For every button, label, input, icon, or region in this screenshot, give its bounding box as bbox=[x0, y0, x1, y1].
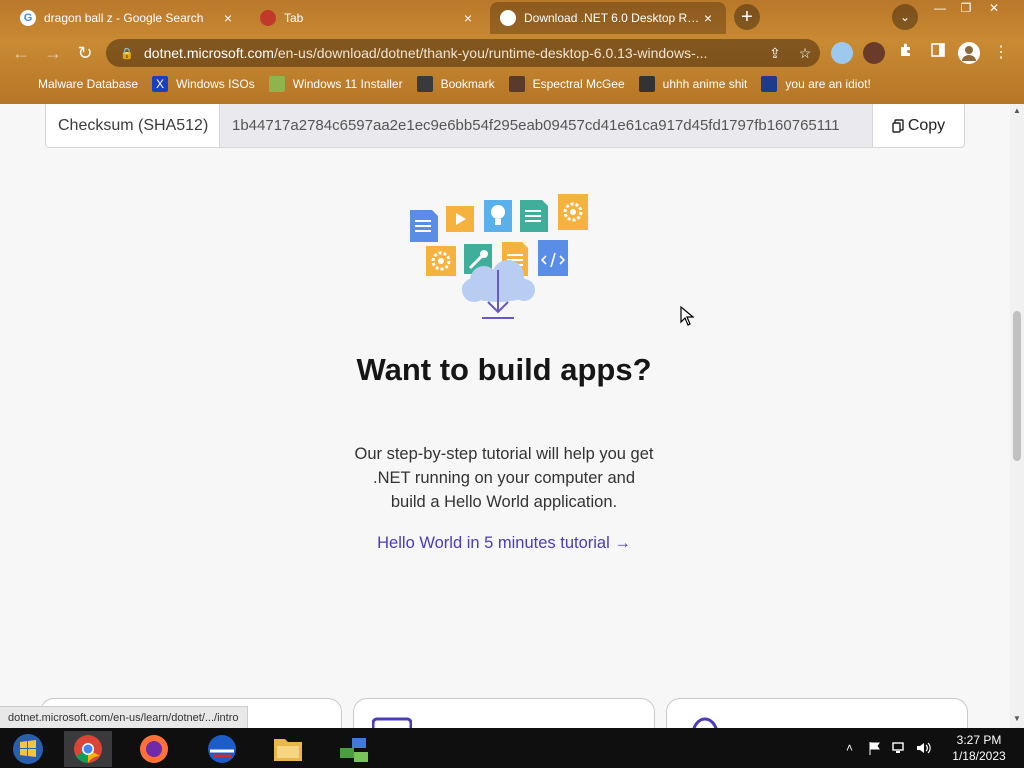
bookmark-espectral-mcgee[interactable]: Espectral McGee bbox=[508, 76, 625, 92]
close-icon[interactable]: × bbox=[220, 10, 236, 26]
side-panel-icon[interactable] bbox=[927, 42, 949, 64]
page-scrollbar[interactable]: ▲ ▼ bbox=[1010, 104, 1024, 728]
tab-google-search[interactable]: G dragon ball z - Google Search × bbox=[10, 2, 246, 34]
address-bar[interactable]: 🔒 dotnet.microsoft.com/en-us/download/do… bbox=[106, 39, 820, 67]
windows-orb-icon bbox=[13, 734, 43, 764]
document-icon bbox=[410, 210, 438, 242]
menu-dots-icon[interactable]: ⋮ bbox=[990, 42, 1012, 64]
link-status-bubble: dotnet.microsoft.com/en-us/learn/dotnet/… bbox=[0, 706, 248, 728]
back-button[interactable]: ← bbox=[8, 40, 34, 66]
clock-time: 3:27 PM bbox=[956, 733, 1002, 747]
taskbar-file-explorer[interactable] bbox=[264, 731, 312, 767]
scroll-down-icon[interactable]: ▼ bbox=[1010, 714, 1024, 726]
taskbar-chrome[interactable] bbox=[64, 731, 112, 767]
tab-category[interactable]: Tab × bbox=[250, 2, 486, 34]
scrollbar-thumb[interactable] bbox=[1013, 311, 1021, 461]
code-icon bbox=[538, 240, 568, 276]
lightbulb-icon bbox=[484, 200, 512, 232]
bookmark-anime[interactable]: uhhh anime shit bbox=[638, 76, 747, 92]
play-icon bbox=[446, 206, 474, 232]
flag-icon bbox=[761, 76, 778, 92]
checksum-value[interactable]: 1b44717a2784c6597aa2e1ec9e6bb54f295eab09… bbox=[220, 104, 872, 147]
close-icon[interactable]: × bbox=[700, 10, 716, 26]
firefox-icon bbox=[140, 735, 168, 763]
resource-card[interactable] bbox=[353, 698, 655, 728]
page-headline: Want to build apps? bbox=[356, 352, 652, 387]
resource-card[interactable] bbox=[666, 698, 968, 728]
page-content: Checksum (SHA512) 1b44717a2784c6597aa2e1… bbox=[0, 104, 1010, 728]
taskbar-firefox[interactable] bbox=[130, 731, 178, 767]
bookmark-star-icon[interactable]: ☆ bbox=[790, 45, 820, 62]
gear-icon bbox=[558, 194, 588, 230]
download-illustration bbox=[410, 194, 588, 319]
tab-title: dragon ball z - Google Search bbox=[44, 11, 204, 25]
copy-button[interactable]: Copy bbox=[872, 104, 964, 147]
chrome-icon bbox=[74, 735, 102, 763]
tab-dotnet-download[interactable]: Download .NET 6.0 Desktop Runtim × bbox=[490, 2, 726, 34]
close-window-button[interactable]: ✕ bbox=[980, 0, 1008, 18]
tab-search-button[interactable]: ⌄ bbox=[892, 4, 918, 30]
checksum-row: Checksum (SHA512) 1b44717a2784c6597aa2e1… bbox=[45, 104, 965, 148]
taskbar-app[interactable] bbox=[198, 731, 246, 767]
character-icon bbox=[508, 76, 525, 92]
copy-label: Copy bbox=[907, 116, 946, 134]
document-icon bbox=[520, 200, 548, 232]
start-button[interactable] bbox=[4, 731, 52, 767]
anime-icon bbox=[638, 76, 655, 92]
restore-button[interactable]: ❐ bbox=[952, 0, 980, 18]
page-description: Our step-by-step tutorial will help you … bbox=[354, 445, 654, 511]
bookmarks-bar: Malware Database X Windows ISOs Windows 1… bbox=[0, 72, 1024, 96]
extension-flag-icon[interactable] bbox=[831, 42, 853, 64]
lock-icon[interactable]: 🔒 bbox=[120, 47, 134, 60]
checksum-label: Checksum (SHA512) bbox=[46, 104, 220, 147]
microsoft-icon bbox=[500, 10, 516, 26]
profile-icon[interactable] bbox=[958, 42, 980, 64]
browser-chrome: G dragon ball z - Google Search × Tab × … bbox=[0, 0, 1024, 104]
network-icon[interactable] bbox=[892, 728, 908, 768]
forward-button[interactable]: → bbox=[40, 40, 66, 66]
tab-title: Download .NET 6.0 Desktop Runtim bbox=[524, 11, 700, 25]
tab-title: Tab bbox=[284, 11, 304, 25]
minimize-button[interactable]: — bbox=[926, 0, 954, 18]
bookmark-windows-isos[interactable]: X Windows ISOs bbox=[152, 76, 255, 92]
address-url[interactable]: dotnet.microsoft.com/en-us/download/dotn… bbox=[144, 45, 760, 61]
volume-icon[interactable] bbox=[916, 728, 932, 768]
brain-icon bbox=[692, 717, 718, 728]
reload-button[interactable]: ↻ bbox=[72, 40, 98, 66]
bookmark-windows-11-installer[interactable]: Windows 11 Installer bbox=[268, 76, 403, 92]
tab-strip: G dragon ball z - Google Search × Tab × … bbox=[0, 0, 1024, 34]
toolbar: ← → ↻ 🔒 dotnet.microsoft.com/en-us/downl… bbox=[0, 36, 1024, 70]
mouse-cursor-icon bbox=[680, 306, 694, 326]
share-icon[interactable]: ⇪ bbox=[760, 45, 790, 62]
gear-icon bbox=[426, 246, 456, 276]
bookmark-malware-database[interactable]: Malware Database bbox=[38, 77, 138, 91]
image-icon bbox=[268, 76, 285, 92]
extensions-puzzle-icon[interactable] bbox=[895, 42, 917, 64]
taskbar: ˄ 3:27 PM 1/18/2023 bbox=[0, 728, 1024, 768]
clock-date: 1/18/2023 bbox=[952, 749, 1006, 763]
card-icon bbox=[372, 717, 412, 728]
generic-site-icon bbox=[416, 76, 433, 92]
tray-overflow-chevron[interactable]: ˄ bbox=[846, 728, 853, 768]
scroll-up-icon[interactable]: ▲ bbox=[1010, 106, 1024, 118]
bookmark-you-are-an-idiot[interactable]: you are an idiot! bbox=[761, 76, 871, 92]
copy-icon bbox=[892, 118, 904, 133]
network-icon bbox=[340, 738, 368, 762]
hello-world-tutorial-link[interactable]: Hello World in 5 minutes tutorial → bbox=[354, 534, 654, 553]
app-icon bbox=[208, 735, 236, 763]
bookmark-item[interactable]: Bookmark bbox=[416, 76, 495, 92]
taskbar-network-app[interactable] bbox=[330, 731, 378, 767]
x-logo-icon: X bbox=[152, 76, 169, 92]
action-center-flag-icon[interactable] bbox=[868, 728, 882, 768]
close-icon[interactable]: × bbox=[460, 10, 476, 26]
system-clock[interactable]: 3:27 PM 1/18/2023 bbox=[944, 732, 1014, 764]
extension-avatar-icon[interactable] bbox=[863, 42, 885, 64]
google-icon: G bbox=[20, 10, 36, 26]
new-tab-button[interactable]: + bbox=[734, 4, 760, 30]
folder-icon bbox=[274, 739, 302, 761]
generic-site-icon bbox=[260, 10, 276, 26]
